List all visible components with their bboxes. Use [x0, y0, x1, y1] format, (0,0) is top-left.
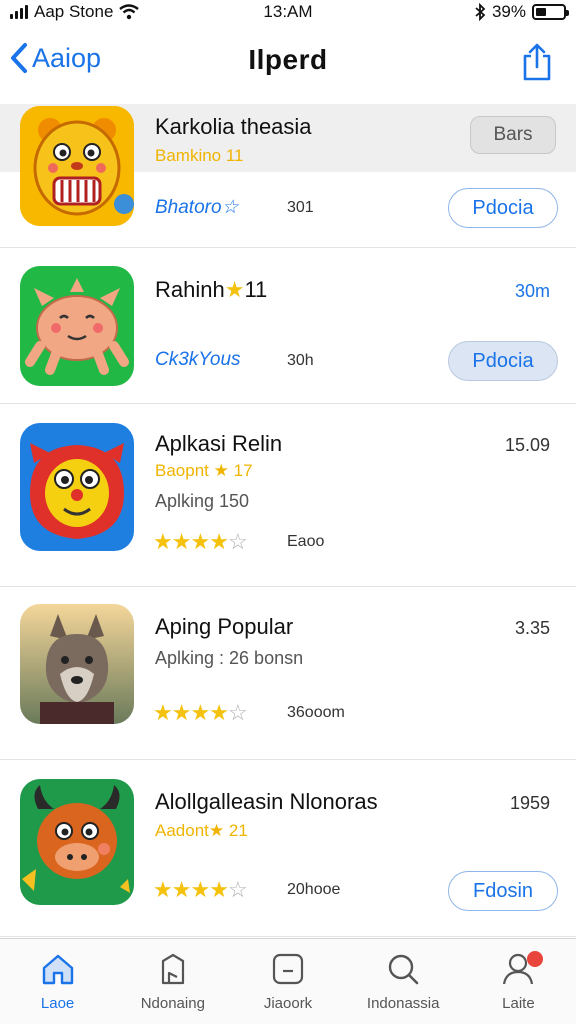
star-filled-icon: ★: [190, 529, 210, 554]
app-subtitle-text: Baopnt: [155, 461, 209, 480]
tab-apps[interactable]: Ndonaing: [115, 939, 230, 1024]
tab-label: Indonassia: [366, 995, 440, 1012]
star-filled-icon: ★: [190, 700, 210, 725]
status-bar: Aap Stone 13:AM 39%: [0, 0, 576, 24]
tab-label: Ndonaing: [140, 995, 205, 1012]
app-name: Aping Popular: [155, 614, 294, 639]
app-meta: 30h: [287, 352, 314, 369]
star-filled-icon: ★: [171, 700, 192, 725]
app-subtitle-suffix: 21: [228, 821, 248, 840]
bars-button[interactable]: Bars: [470, 116, 556, 154]
app-size: 15.09: [504, 435, 550, 455]
app-size: 30m: [514, 281, 550, 301]
app-icon-green-creature: [20, 266, 134, 386]
app-name-suffix: 11: [244, 277, 268, 302]
list-item[interactable]: Aplkasi Relin 15.09 Baopnt ★ 17 Aplking …: [0, 405, 576, 587]
star-outline-icon: ☆: [221, 197, 239, 218]
app-name-text: Rahinh: [155, 277, 225, 302]
tab-bar: Laoe Ndonaing Jiaoork Indonassia Laite: [0, 938, 576, 1024]
carrier-label: Aap Stone: [34, 2, 114, 21]
page-title: Ilperd: [248, 44, 328, 75]
category-link[interactable]: Ck3kYous: [155, 349, 241, 371]
rating-stars: ★★★★☆: [153, 529, 248, 555]
tab-label: Jiaoork: [263, 995, 313, 1012]
app-subtitle: Aadont★ 21: [155, 821, 248, 841]
notification-badge: [526, 951, 543, 967]
star-filled-icon: ★: [171, 529, 192, 554]
wifi-icon: [119, 4, 140, 20]
tab-profile[interactable]: Laite: [461, 939, 576, 1024]
app-size: 1959: [509, 793, 550, 813]
star-filled-icon: ★: [209, 529, 229, 554]
app-icon-bull: [20, 779, 134, 905]
star-empty-icon: ☆: [227, 877, 248, 902]
star-filled-icon: ★: [171, 877, 192, 902]
share-icon[interactable]: [520, 42, 554, 82]
app-icon-bear: [20, 106, 134, 226]
star-icon: ★: [208, 821, 225, 840]
star-empty-icon: ☆: [227, 700, 248, 725]
app-subtitle: Bamkino 11: [155, 146, 244, 165]
app-subtitle-text: Aadont: [155, 821, 209, 840]
get-button[interactable]: Fdosin: [448, 871, 558, 911]
tab-home[interactable]: Laoe: [0, 939, 115, 1024]
star-filled-icon: ★: [153, 529, 173, 554]
rating-stars: ★★★★☆: [153, 877, 248, 903]
get-button[interactable]: Pdocia: [448, 188, 558, 228]
app-size: 3.35: [514, 618, 550, 638]
star-filled-icon: ★: [209, 700, 229, 725]
get-button[interactable]: Pdocia: [448, 341, 558, 381]
rating-stars: ★★★★☆: [153, 700, 248, 726]
app-subtitle: Baopnt ★ 17: [155, 461, 253, 481]
star-filled-icon: ★: [153, 700, 173, 725]
list-item[interactable]: Karkolia theasia Bamkino 11 Bars Bhatoro…: [0, 104, 576, 248]
app-meta: 301: [287, 199, 314, 216]
app-name: Alollgalleasin Nlonoras: [155, 789, 378, 814]
star-icon: ★: [224, 277, 245, 302]
navigation-bar: Aaiop Ilperd: [0, 30, 576, 96]
star-empty-icon: ☆: [227, 529, 248, 554]
home-icon: [42, 954, 73, 985]
square-icon: [272, 953, 304, 985]
category-label: Bhatoro: [155, 197, 222, 218]
bluetooth-icon: [475, 3, 486, 21]
list-item[interactable]: Rahinh★11 30m Ck3kYous 30h Pdocia: [0, 249, 576, 404]
app-developer: Aplking : 26 bonsn: [155, 648, 304, 668]
app-name: Karkolia theasia: [155, 114, 312, 139]
app-developer: Aplking 150: [155, 491, 250, 511]
app-meta: 36ooom: [287, 704, 345, 721]
tab-label: Laite: [502, 995, 535, 1012]
star-filled-icon: ★: [153, 877, 173, 902]
star-filled-icon: ★: [209, 877, 229, 902]
app-icon-wolf: [20, 604, 134, 724]
tab-search[interactable]: Indonassia: [346, 939, 461, 1024]
star-icon: ★: [213, 461, 229, 480]
app-subtitle-suffix: 17: [233, 461, 253, 480]
tab-label: Laoe: [40, 995, 75, 1012]
apps-icon: [161, 953, 184, 985]
app-meta: Eaoo: [287, 533, 325, 550]
app-meta: 20hooe: [287, 881, 341, 898]
battery-percent: 39%: [491, 2, 526, 21]
list-item[interactable]: Alollgalleasin Nlonoras 1959 Aadont★ 21 …: [0, 761, 576, 937]
tab-square[interactable]: Jiaoork: [230, 939, 345, 1024]
list-item[interactable]: Aping Popular 3.35 Aplking : 26 bonsn ★★…: [0, 588, 576, 760]
battery-icon: [532, 4, 569, 20]
app-name: Rahinh★11: [155, 277, 267, 303]
category-link[interactable]: Bhatoro☆: [155, 196, 239, 219]
search-icon: [389, 954, 419, 985]
app-icon-red-monster: [20, 423, 134, 551]
cellular-signal-icon: [10, 5, 28, 19]
app-name: Aplkasi Relin: [155, 431, 283, 456]
star-filled-icon: ★: [190, 877, 210, 902]
